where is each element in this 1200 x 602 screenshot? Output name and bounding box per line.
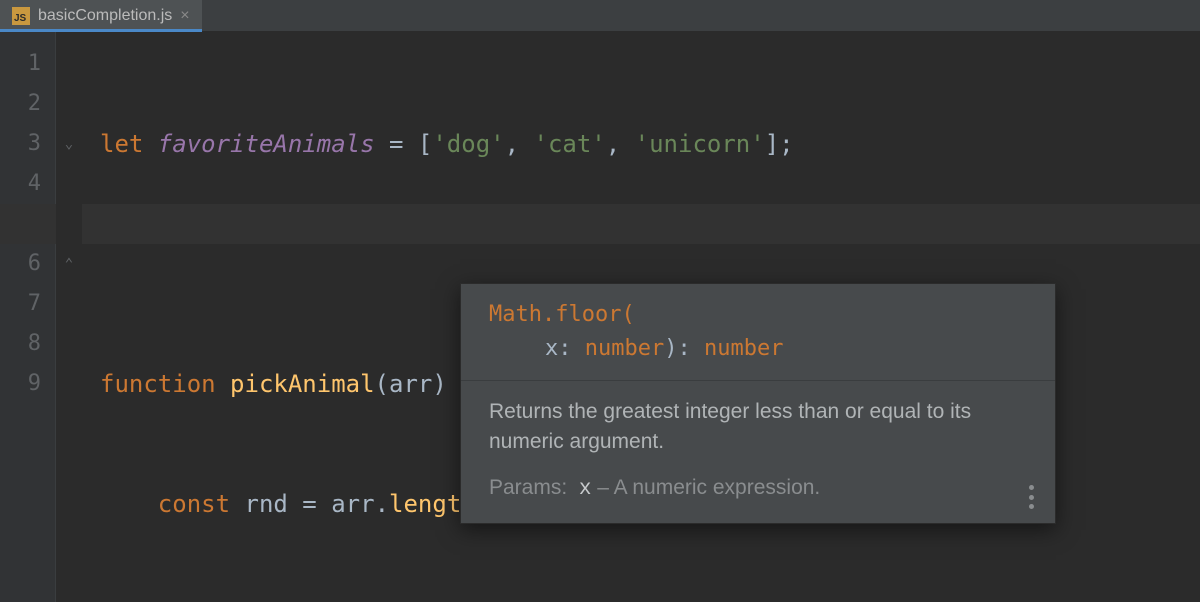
line-number: 4 xyxy=(0,164,41,204)
file-tab[interactable]: JS basicCompletion.js × xyxy=(0,0,202,32)
punct: ( xyxy=(375,364,389,404)
popup-doc: Returns the greatest integer less than o… xyxy=(461,381,1055,523)
indent xyxy=(100,484,158,524)
doc-description: Returns the greatest integer less than o… xyxy=(489,397,1037,457)
fold-gutter: ⌄ ⌃ xyxy=(56,32,82,602)
line-number: 3 xyxy=(0,124,41,164)
line-number: 8 xyxy=(0,324,41,364)
fold-none xyxy=(56,204,82,244)
sig-param-name: x xyxy=(545,336,558,361)
fn-pickAnimal: pickAnimal xyxy=(230,364,375,404)
param-arr: arr xyxy=(389,364,432,404)
string: 'unicorn' xyxy=(635,124,765,164)
var-favoriteAnimals: favoriteAnimals xyxy=(158,124,375,164)
fold-none xyxy=(56,364,82,404)
doc-param-code: x xyxy=(579,478,592,501)
fold-none xyxy=(56,84,82,124)
fold-none xyxy=(56,44,82,84)
sig-return-type: number xyxy=(704,336,783,361)
code-line xyxy=(100,244,794,284)
line-number: 6 xyxy=(0,244,41,284)
line-number: 7 xyxy=(0,284,41,324)
line-number: 9 xyxy=(0,364,41,404)
doc-param-desc: A numeric expression. xyxy=(614,476,821,499)
kw-let: let xyxy=(100,124,158,164)
popup-signature: Math.floor( x: number): number xyxy=(461,284,1055,381)
doc-params-label: Params: xyxy=(489,476,567,499)
fold-none xyxy=(56,164,82,204)
fold-open-icon[interactable]: ⌄ xyxy=(56,124,82,164)
fold-none xyxy=(56,324,82,364)
kw-const: const xyxy=(158,484,245,524)
kw-function: function xyxy=(100,364,230,404)
punct: = [ xyxy=(375,124,433,164)
var-arr: arr xyxy=(331,484,374,524)
tab-bar: JS basicCompletion.js × xyxy=(0,0,1200,32)
sig-colon: : xyxy=(558,336,585,361)
sig-param-type: number xyxy=(585,336,664,361)
line-number: 2 xyxy=(0,84,41,124)
line-number-gutter: 1 2 3 4 5 6 7 8 9 xyxy=(0,32,56,602)
file-tab-label: basicCompletion.js xyxy=(38,7,172,25)
punct: = xyxy=(288,484,331,524)
fold-close-icon[interactable]: ⌃ xyxy=(56,244,82,284)
punct: , xyxy=(606,124,635,164)
fold-none xyxy=(56,284,82,324)
punct: , xyxy=(505,124,534,164)
editor: 💡 1 2 3 4 5 6 7 8 9 ⌄ ⌃ let favoriteAnim… xyxy=(0,32,1200,602)
js-file-icon-label: JS xyxy=(12,7,30,25)
parameter-info-popup[interactable]: Math.floor( x: number): number Returns t… xyxy=(460,283,1056,524)
close-tab-icon[interactable]: × xyxy=(180,8,189,24)
string: 'cat' xyxy=(534,124,606,164)
js-file-icon: JS xyxy=(12,7,30,25)
var-rnd: rnd xyxy=(245,484,288,524)
sig-close: ): xyxy=(664,336,704,361)
line-number: 1 xyxy=(0,44,41,84)
punct: . xyxy=(375,484,389,524)
string: 'dog' xyxy=(432,124,504,164)
sig-fn-name: Math.floor( xyxy=(489,302,635,327)
punct: ]; xyxy=(765,124,794,164)
code-line: let favoriteAnimals = ['dog', 'cat', 'un… xyxy=(100,124,794,164)
popup-more-icon[interactable] xyxy=(1021,485,1041,509)
doc-param-dash: – xyxy=(591,476,613,499)
